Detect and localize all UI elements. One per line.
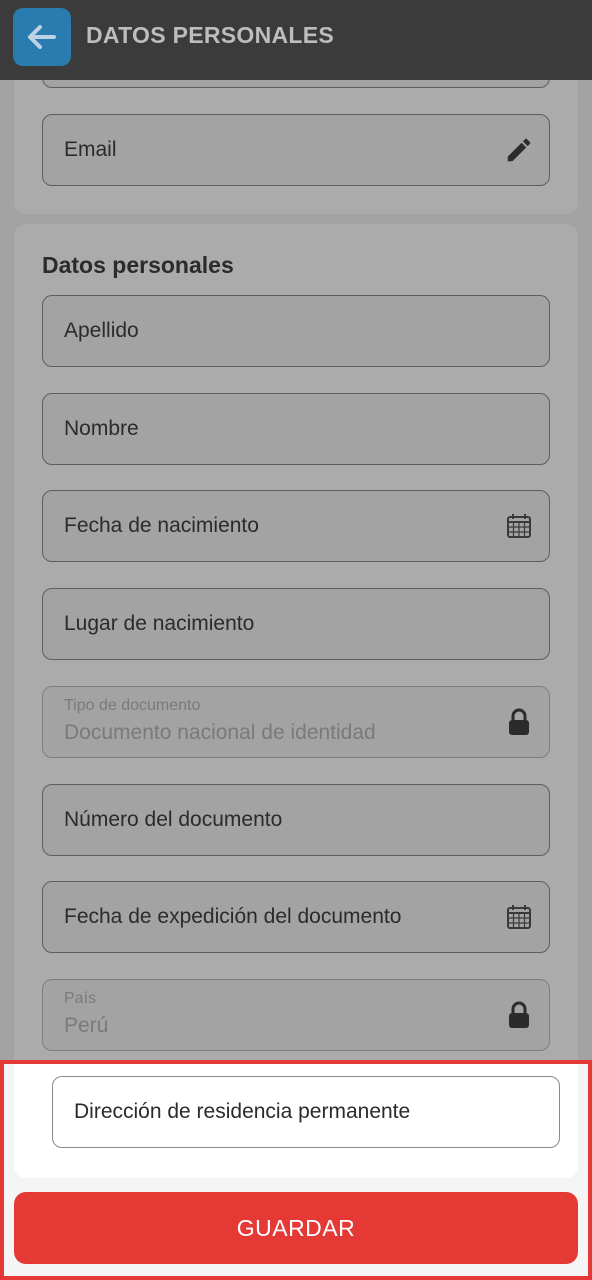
tipo-documento-value: Documento nacional de identidad — [64, 721, 376, 744]
fecha-expedicion-field[interactable]: Fecha de expedición del documento — [42, 881, 550, 953]
page-title: DATOS PERSONALES — [86, 22, 335, 48]
pais-value: Perú — [64, 1014, 109, 1037]
lock-icon — [503, 706, 535, 738]
fecha-nacimiento-label: Fecha de nacimiento — [64, 514, 259, 537]
nombre-label: Nombre — [64, 417, 139, 440]
numero-documento-label: Número del documento — [64, 808, 283, 831]
save-button[interactable]: GUARDAR — [14, 1192, 578, 1264]
section-title: Datos personales — [42, 252, 234, 278]
lugar-nacimiento-label: Lugar de nacimiento — [64, 612, 255, 635]
back-button[interactable] — [13, 8, 71, 66]
fecha-expedicion-label: Fecha de expedición del documento — [64, 905, 402, 928]
tipo-documento-label: Tipo de documento — [64, 697, 201, 714]
tipo-documento-field: Tipo de documento Documento nacional de … — [42, 686, 550, 758]
email-label: Email — [64, 138, 117, 161]
calendar-icon[interactable] — [503, 510, 535, 542]
pais-field: País Perú — [42, 979, 550, 1051]
address-card: Dirección de residencia permanente — [14, 1064, 578, 1178]
email-field[interactable]: Email — [42, 114, 550, 186]
pais-label: País — [64, 990, 97, 1007]
direccion-label: Dirección de residencia permanente — [74, 1100, 411, 1123]
direccion-field[interactable]: Dirección de residencia permanente — [52, 1076, 560, 1148]
highlighted-region: Dirección de residencia permanente GUARD… — [0, 1060, 592, 1280]
apellido-field[interactable]: Apellido — [42, 295, 550, 367]
lock-icon — [503, 999, 535, 1031]
lugar-nacimiento-field[interactable]: Lugar de nacimiento — [42, 588, 550, 660]
calendar-icon[interactable] — [503, 901, 535, 933]
pencil-icon[interactable] — [503, 134, 535, 166]
app-header: DATOS PERSONALES — [0, 0, 592, 80]
fecha-nacimiento-field[interactable]: Fecha de nacimiento — [42, 490, 550, 562]
numero-documento-field[interactable]: Número del documento — [42, 784, 550, 856]
arrow-left-icon — [28, 25, 56, 49]
apellido-label: Apellido — [64, 319, 139, 342]
nombre-field[interactable]: Nombre — [42, 393, 550, 465]
